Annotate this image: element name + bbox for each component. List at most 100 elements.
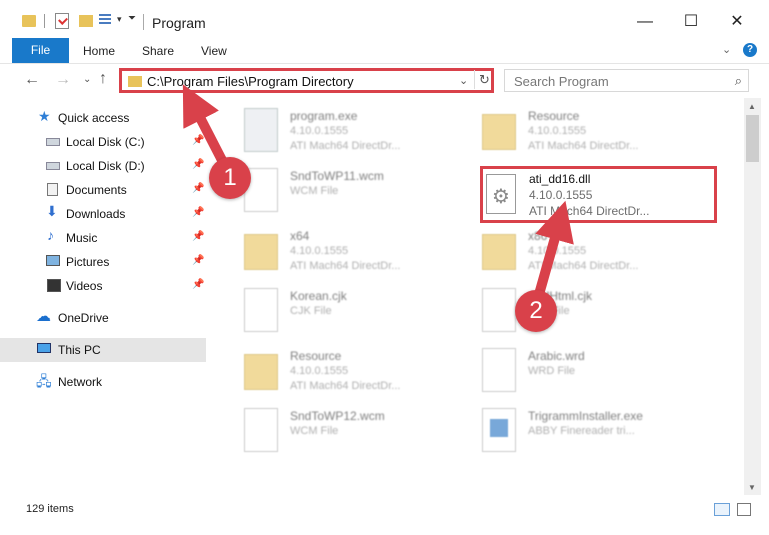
maximize-button[interactable]: ☐ bbox=[668, 8, 714, 36]
minimize-button[interactable]: — bbox=[622, 8, 668, 36]
file-list: program.exe 4.10.0.1555 ATI Mach64 Direc… bbox=[210, 98, 744, 495]
customize-quick-access-icon[interactable]: ⏷ bbox=[128, 13, 136, 24]
sidebar-item-label: Network bbox=[58, 375, 103, 389]
vertical-scrollbar[interactable]: ▲ ▼ bbox=[744, 98, 761, 495]
folder-icon bbox=[244, 234, 278, 270]
folder-tile[interactable]: Resource 4.10.0.1555 ATI Mach64 DirectDr… bbox=[460, 102, 700, 160]
file-version: 4.10.0.1555 bbox=[528, 125, 587, 137]
search-placeholder: Search Program bbox=[514, 74, 609, 89]
file-description: ATI Mach64 DirectDr... bbox=[290, 260, 401, 272]
file-icon bbox=[244, 408, 278, 452]
pin-icon[interactable]: 📌 bbox=[192, 255, 204, 266]
scroll-thumb[interactable] bbox=[746, 115, 759, 162]
file-tile[interactable]: Korean.cjk CJK File bbox=[222, 282, 462, 340]
tab-home[interactable]: Home bbox=[83, 44, 115, 58]
address-path[interactable]: C:\Program Files\Program Directory bbox=[147, 74, 354, 89]
sidebar-item-label: Local Disk (C:) bbox=[66, 135, 145, 149]
sidebar-item-this-pc[interactable]: This PC bbox=[0, 338, 206, 362]
sidebar-item-pictures[interactable]: Pictures 📌 bbox=[0, 250, 206, 274]
address-bar[interactable]: C:\Program Files\Program Directory ⌄ ↻ bbox=[119, 68, 494, 93]
file-description: ATI Mach64 DirectDr... bbox=[529, 204, 650, 218]
large-icons-view-button[interactable] bbox=[737, 503, 751, 516]
new-folder-icon[interactable] bbox=[79, 15, 93, 27]
document-icon bbox=[47, 183, 58, 196]
back-button[interactable]: ← bbox=[24, 71, 40, 89]
folder-tile[interactable]: x64 4.10.0.1555 ATI Mach64 DirectDr... bbox=[222, 222, 462, 280]
sidebar-item-local-disk-c[interactable]: Local Disk (C:) 📌 bbox=[0, 130, 206, 154]
file-name: program.exe bbox=[290, 109, 358, 123]
file-description: ATI Mach64 DirectDr... bbox=[290, 380, 401, 392]
sidebar-item-label: Pictures bbox=[66, 255, 110, 269]
file-icon bbox=[482, 288, 516, 332]
file-description: ABBY Finereader tri... bbox=[528, 425, 635, 437]
file-tile[interactable]: SndToWP11.wcm WCM File bbox=[222, 162, 462, 220]
folder-tile[interactable]: Resource 4.10.0.1555 ATI Mach64 DirectDr… bbox=[222, 342, 462, 400]
address-dropdown-icon[interactable]: ⌄ bbox=[459, 74, 468, 87]
file-tile[interactable]: program.exe 4.10.0.1555 ATI Mach64 Direc… bbox=[222, 102, 462, 160]
disk-icon bbox=[46, 162, 60, 170]
tab-view[interactable]: View bbox=[201, 44, 227, 58]
sidebar-item-onedrive[interactable]: ☁ OneDrive bbox=[0, 306, 206, 330]
highlighted-file-tile[interactable]: ⚙ ati_dd16.dll 4.10.0.1555 ATI Mach64 Di… bbox=[480, 166, 717, 223]
network-icon: 🖧 bbox=[36, 373, 52, 389]
cloud-icon: ☁ bbox=[36, 308, 51, 325]
file-name: x64 bbox=[290, 229, 310, 243]
recent-locations-icon[interactable]: ⌄ bbox=[83, 74, 91, 85]
sidebar-item-videos[interactable]: Videos 📌 bbox=[0, 274, 206, 298]
pin-icon[interactable]: 📌 bbox=[192, 231, 204, 242]
expand-ribbon-icon[interactable]: ⌄ bbox=[722, 43, 731, 56]
pin-icon[interactable]: 📌 bbox=[192, 279, 204, 290]
pin-icon[interactable]: 📌 bbox=[192, 159, 204, 170]
refresh-button[interactable]: ↻ bbox=[474, 70, 494, 89]
scroll-up-icon[interactable]: ▲ bbox=[748, 102, 756, 111]
sidebar-item-downloads[interactable]: ⬇ Downloads 📌 bbox=[0, 202, 206, 226]
tab-file[interactable]: File bbox=[12, 38, 69, 63]
chevron-down-icon[interactable]: ▾ bbox=[117, 14, 122, 25]
navigation-pane: ★ Quick access Local Disk (C:) 📌 Local D… bbox=[0, 98, 208, 495]
folder-icon bbox=[22, 15, 36, 27]
tab-share[interactable]: Share bbox=[142, 44, 174, 58]
file-name: ati_dd16.dll bbox=[529, 172, 591, 186]
file-name: SndToWP12.wcm bbox=[290, 409, 385, 423]
pin-icon[interactable]: 📌 bbox=[192, 207, 204, 218]
item-count: 129 items bbox=[26, 503, 74, 515]
close-button[interactable]: ✕ bbox=[714, 8, 760, 36]
pin-icon[interactable]: 📌 bbox=[192, 183, 204, 194]
file-tile[interactable]: AddHtml.cjk CJK File bbox=[460, 282, 700, 340]
sidebar-item-label: Music bbox=[66, 231, 98, 245]
search-icon[interactable]: ⌕ bbox=[735, 73, 742, 89]
sidebar-item-network[interactable]: 🖧 Network bbox=[0, 370, 206, 394]
details-view-button[interactable] bbox=[714, 503, 730, 516]
file-description: ATI Mach64 DirectDr... bbox=[528, 140, 639, 152]
ribbon-tabs: File Home Share View ⌄ ? bbox=[0, 38, 769, 64]
file-tile[interactable]: TrigrammInstaller.exe ABBY Finereader tr… bbox=[460, 402, 700, 460]
up-button[interactable]: ↑ bbox=[99, 70, 107, 88]
sidebar-item-local-disk-d[interactable]: Local Disk (D:) 📌 bbox=[0, 154, 206, 178]
help-icon[interactable]: ? bbox=[743, 43, 757, 57]
navigation-bar: ← → ⌄ ↑ C:\Program Files\Program Directo… bbox=[0, 64, 769, 98]
scroll-down-icon[interactable]: ▼ bbox=[748, 483, 756, 492]
disk-icon bbox=[46, 138, 60, 146]
file-version: 4.10.0.1555 bbox=[290, 245, 349, 257]
file-tile[interactable]: Arabic.wrd WRD File bbox=[460, 342, 700, 400]
properties-check-icon[interactable] bbox=[55, 13, 69, 29]
file-name: Korean.cjk bbox=[290, 289, 347, 303]
sidebar-item-quick-access[interactable]: ★ Quick access bbox=[0, 106, 206, 130]
file-name: TrigrammInstaller.exe bbox=[528, 409, 643, 423]
dll-file-icon: ⚙ bbox=[486, 174, 516, 214]
search-input[interactable]: Search Program ⌕ bbox=[504, 69, 749, 92]
sidebar-item-music[interactable]: ♪ Music 📌 bbox=[0, 226, 206, 250]
file-name: x86 bbox=[528, 229, 548, 243]
sidebar-item-documents[interactable]: Documents 📌 bbox=[0, 178, 206, 202]
sidebar-item-label: Quick access bbox=[58, 111, 130, 125]
separator bbox=[143, 14, 144, 30]
file-tile[interactable]: SndToWP12.wcm WCM File bbox=[222, 402, 462, 460]
file-name: Resource bbox=[290, 349, 342, 363]
pin-icon[interactable]: 📌 bbox=[192, 135, 204, 146]
file-icon bbox=[482, 348, 516, 392]
folder-icon bbox=[482, 234, 516, 270]
forward-button[interactable]: → bbox=[55, 71, 71, 89]
properties-icon[interactable] bbox=[99, 14, 113, 28]
file-type: WCM File bbox=[290, 425, 339, 437]
folder-tile[interactable]: x86 4.10.0.1555 ATI Mach64 DirectDr... bbox=[460, 222, 700, 280]
